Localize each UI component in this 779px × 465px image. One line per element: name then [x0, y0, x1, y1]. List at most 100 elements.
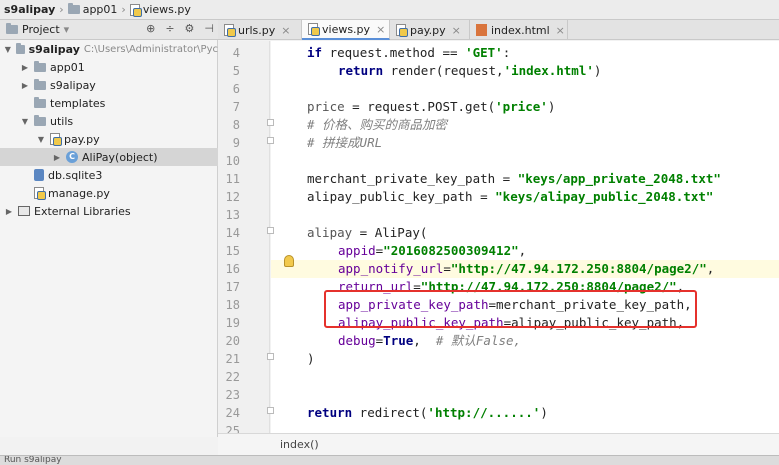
- code-text: =: [443, 261, 451, 276]
- line-number: 20: [225, 334, 240, 348]
- line-number: 7: [232, 100, 240, 114]
- code-text: ,: [518, 243, 527, 258]
- tree-item-utils[interactable]: ▼ utils: [0, 112, 218, 130]
- tab-index-html[interactable]: index.html ×: [470, 20, 568, 40]
- line-number: 6: [232, 82, 240, 96]
- folder-icon: [34, 114, 46, 126]
- line-number: 13: [225, 208, 240, 222]
- code-comment: # 价格、购买的商品加密: [307, 117, 448, 132]
- tree-item-label: app01: [50, 60, 85, 74]
- editor-tab-bar: urls.py × views.py × pay.py × index.html…: [218, 20, 779, 40]
- tree-item-s9alipay[interactable]: ▶ s9alipay: [0, 76, 218, 94]
- expand-arrow-icon[interactable]: ▼: [4, 45, 12, 54]
- code-line-9: # 拼接成URL: [271, 134, 779, 152]
- code-text: request.method ==: [322, 45, 466, 60]
- navigation-bar: s9alipay › app01 › views.py: [0, 0, 779, 20]
- expand-arrow-icon[interactable]: ▼: [36, 135, 46, 144]
- code-string: "keys/app_private_2048.txt": [517, 171, 721, 186]
- code-text: :: [502, 45, 511, 60]
- tree-item-manage-py[interactable]: manage.py: [0, 184, 218, 202]
- line-number: 19: [225, 316, 240, 330]
- code-text: redirect(: [352, 405, 428, 420]
- database-icon: [34, 169, 44, 181]
- code-string: 'index.html': [503, 63, 594, 78]
- line-number: 15: [225, 244, 240, 258]
- code-variable: alipay: [307, 225, 353, 240]
- line-number: 16: [225, 262, 240, 276]
- tab-label: views.py: [322, 22, 371, 36]
- code-keyword: return: [338, 63, 384, 78]
- tree-item-templates[interactable]: templates: [0, 94, 218, 112]
- sync-icon[interactable]: ⊕: [146, 22, 155, 35]
- breadcrumb-app01[interactable]: app01: [64, 0, 122, 20]
- line-number: 8: [232, 118, 240, 132]
- code-text: ): [307, 351, 315, 366]
- code-text: ,: [706, 261, 715, 276]
- folder-icon: [34, 60, 46, 72]
- line-number: 22: [225, 370, 240, 384]
- tree-item-label: utils: [50, 114, 74, 128]
- code-text: alipay_public_key_path =: [307, 189, 496, 204]
- expand-arrow-icon[interactable]: ▶: [20, 81, 30, 90]
- project-tree: ▼ s9alipay C:\Users\Administrator\Pyc ▶ …: [0, 40, 218, 437]
- tree-item-pay-py[interactable]: ▼ pay.py: [0, 130, 218, 148]
- code-text: = request.POST.get(: [344, 99, 496, 114]
- tab-pay-py[interactable]: pay.py ×: [390, 20, 470, 40]
- python-file-icon: [224, 24, 236, 37]
- folder-icon: [15, 42, 25, 54]
- code-editor[interactable]: if request.method == 'GET': return rende…: [271, 41, 779, 433]
- close-icon[interactable]: ×: [452, 24, 461, 37]
- tree-item-path: C:\Users\Administrator\Pyc: [83, 43, 218, 55]
- close-icon[interactable]: ×: [281, 24, 290, 37]
- line-numbers: 4 5 6 7 8 9 10 11 12 13 14 15 16 17 18 1…: [218, 44, 294, 438]
- expand-arrow-icon[interactable]: ▶: [4, 207, 14, 216]
- breadcrumb-project[interactable]: s9alipay: [0, 0, 59, 20]
- project-view-selector[interactable]: Project: [22, 23, 60, 36]
- folder-icon: [67, 3, 80, 14]
- fold-icon[interactable]: [267, 119, 274, 126]
- code-line-14: alipay = AliPay(: [271, 224, 779, 242]
- code-line-7: price = request.POST.get('price'): [271, 98, 779, 116]
- python-file-icon: [308, 23, 320, 36]
- tree-item-label: templates: [50, 96, 106, 110]
- hide-panel-icon[interactable]: ⊣: [204, 22, 214, 35]
- run-label[interactable]: Run s9alipay: [4, 456, 62, 465]
- chevron-down-icon[interactable]: ▾: [64, 23, 70, 36]
- breadcrumb-project-label: s9alipay: [4, 3, 56, 16]
- tree-item-s9alipay-root[interactable]: ▼ s9alipay C:\Users\Administrator\Pyc: [0, 40, 218, 58]
- fold-icon[interactable]: [267, 137, 274, 144]
- tree-item-label: pay.py: [64, 132, 100, 146]
- line-number: 18: [225, 298, 240, 312]
- close-icon[interactable]: ×: [556, 24, 565, 37]
- code-comment: # 拼接成URL: [307, 135, 383, 150]
- tree-item-external-libraries[interactable]: ▶ External Libraries: [0, 202, 218, 220]
- tree-item-alipay-class[interactable]: ▶ C AliPay(object): [0, 148, 218, 166]
- code-param: debug: [338, 333, 376, 348]
- tab-urls-py[interactable]: urls.py ×: [218, 20, 302, 40]
- code-param: appid: [338, 243, 376, 258]
- close-icon[interactable]: ×: [376, 23, 385, 36]
- breadcrumb-file[interactable]: views.py: [126, 0, 195, 20]
- code-string: "http://47.94.172.250:8804/page2/": [450, 261, 707, 276]
- expand-arrow-icon[interactable]: ▶: [20, 63, 30, 72]
- library-icon: [18, 206, 30, 216]
- tree-item-db-sqlite3[interactable]: db.sqlite3: [0, 166, 218, 184]
- expand-arrow-icon[interactable]: ▼: [20, 117, 30, 126]
- tab-views-py[interactable]: views.py ×: [302, 20, 390, 40]
- lightbulb-icon[interactable]: [284, 255, 294, 267]
- expand-arrow-icon[interactable]: ▶: [52, 153, 62, 162]
- fold-icon[interactable]: [267, 353, 274, 360]
- tree-item-label: AliPay(object): [82, 150, 158, 164]
- highlight-box: [324, 290, 697, 328]
- fold-icon[interactable]: [267, 407, 274, 414]
- code-variable: price: [307, 99, 345, 114]
- folder-icon: [34, 96, 46, 108]
- fold-icon[interactable]: [267, 227, 274, 234]
- gear-icon[interactable]: ⚙: [185, 22, 195, 35]
- code-breadcrumb-function[interactable]: index(): [280, 438, 319, 451]
- tree-item-label: s9alipay: [50, 78, 96, 92]
- collapse-icon[interactable]: ÷: [165, 22, 174, 35]
- tree-item-app01[interactable]: ▶ app01: [0, 58, 218, 76]
- code-breadcrumb: index(): [218, 433, 779, 455]
- tab-label: index.html: [491, 23, 550, 37]
